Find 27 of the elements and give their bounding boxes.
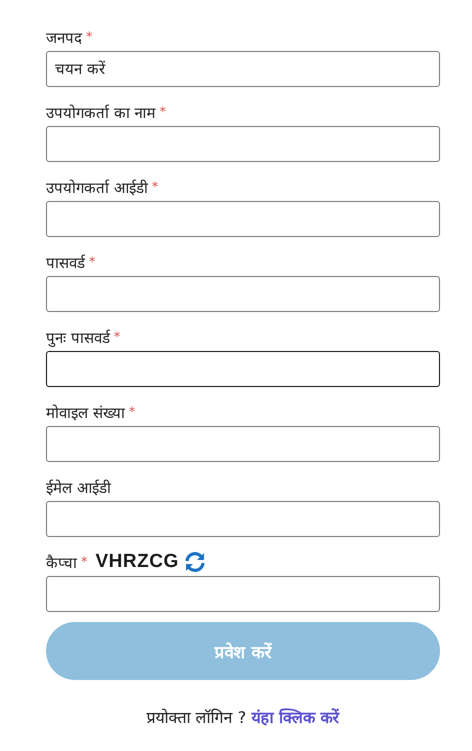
required-mark: *	[86, 30, 92, 44]
input-field[interactable]	[46, 276, 440, 312]
required-mark: *	[128, 404, 136, 420]
district-select[interactable]: चयन करें	[46, 51, 440, 87]
field-label: कैप्चा	[46, 553, 77, 572]
input-field[interactable]	[46, 126, 440, 162]
input-field[interactable]	[46, 576, 440, 612]
field-label: मोवाइल संख्या	[46, 403, 125, 422]
field-label: पुनः पासवर्ड	[46, 328, 110, 347]
required-mark: *	[160, 104, 166, 120]
input-field[interactable]	[46, 426, 440, 462]
captcha-text: VHRZCG	[96, 551, 179, 573]
input-field[interactable]	[46, 201, 440, 237]
required-mark: *	[114, 330, 120, 344]
input-field[interactable]	[46, 351, 440, 387]
login-prompt: प्रयोक्ता लॉगिन ?	[146, 708, 246, 727]
field-label: उपयोगकर्ता का नाम	[46, 103, 156, 122]
login-link[interactable]: यंहा क्लिक करें	[251, 708, 340, 727]
refresh-icon[interactable]	[182, 550, 207, 574]
required-mark: *	[89, 254, 96, 270]
required-mark: *	[81, 554, 88, 570]
field-label: उपयोगकर्ता आईडी	[46, 178, 148, 197]
field-label: जनपद	[46, 28, 82, 47]
field-label: ईमेल आईडी	[46, 478, 111, 497]
input-field[interactable]	[46, 501, 440, 537]
field-label: पासवर्ड	[46, 253, 85, 272]
required-mark: *	[152, 180, 158, 194]
